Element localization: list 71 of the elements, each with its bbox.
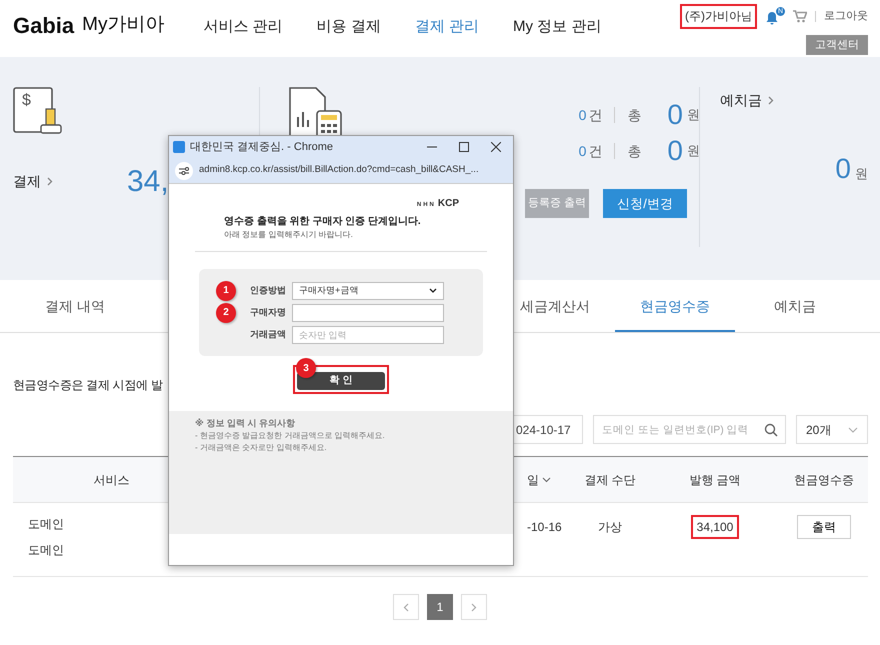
column-header: 현금영수증	[793, 472, 855, 488]
tab[interactable]: 예치금	[735, 280, 855, 332]
input-field[interactable]	[292, 304, 444, 322]
count-value: 0	[578, 142, 586, 160]
step-marker: 1	[216, 280, 236, 300]
note-text: - 거래금액은 숫자로만 입력해주세요.	[195, 442, 328, 454]
notice-text: 현금영수증은 결제 시점에 발	[13, 377, 163, 394]
confirm-button[interactable]: 확 인	[297, 372, 385, 390]
window-title: 대한민국 결제중심. - Chrome	[190, 140, 334, 155]
step-marker: 2	[216, 302, 236, 322]
logo[interactable]: Gabia	[13, 9, 74, 42]
nav-link[interactable]: 결제 관리	[414, 16, 479, 38]
close-icon[interactable]	[491, 142, 501, 152]
total-label: 총	[627, 106, 642, 124]
count-unit: 건	[588, 142, 602, 160]
payment-amount: 34,	[127, 164, 169, 200]
chevron-right-icon[interactable]	[471, 602, 477, 612]
tab[interactable]: 결제 내역	[0, 280, 150, 332]
currency-unit: 원	[687, 142, 699, 160]
caret-icon[interactable]	[429, 288, 437, 293]
nav-link[interactable]: My 정보 관리	[512, 16, 602, 38]
column-header[interactable]: 일	[510, 470, 570, 488]
count-unit: 건	[588, 106, 602, 124]
column-header: 서비스	[92, 472, 130, 488]
select-field[interactable]: 구매자명+금액	[292, 282, 444, 300]
popup-subheading: 아래 정보를 입력해주시기 바랍니다.	[223, 229, 354, 241]
user-name[interactable]: (주)가비아님	[680, 4, 757, 28]
total-value: 0	[667, 137, 683, 165]
table-cell-text: 도메인	[28, 516, 65, 533]
app-icon	[173, 141, 185, 153]
maximize-icon[interactable]	[459, 142, 469, 152]
tab[interactable]: 현금영수증	[615, 280, 735, 332]
deposit-amount: 0	[835, 155, 851, 183]
field-label: 구매자명	[249, 306, 286, 319]
logo-subtitle: My가비아	[82, 13, 164, 37]
note-text: - 현금영수증 발급요청한 거래금액으로 입력해주세요.	[195, 430, 386, 442]
field-label: 인증방법	[249, 284, 286, 297]
chevron-right-icon[interactable]	[768, 96, 774, 105]
chevron-right-icon[interactable]	[47, 177, 53, 186]
table-cell: 34,100	[690, 515, 740, 539]
table-cell-text: 도메인	[28, 542, 65, 559]
cart-icon[interactable]	[793, 10, 807, 23]
nav-link[interactable]: 비용 결제	[316, 16, 381, 38]
logout-link[interactable]: 로그아웃	[824, 8, 868, 24]
currency-unit: 원	[855, 165, 867, 183]
deposit-label[interactable]: 예치금	[720, 90, 762, 111]
chevron-left-icon[interactable]	[403, 602, 409, 612]
payment-label[interactable]: 결제	[13, 171, 41, 192]
tab[interactable]: 세금계산서	[495, 280, 615, 332]
table-cell-text: 가상	[597, 519, 623, 536]
notes-title: ※ 정보 입력 시 유의사항	[195, 416, 296, 430]
nav-link[interactable]: 서비스 관리	[203, 16, 283, 38]
search-icon[interactable]	[764, 423, 778, 437]
apply-button[interactable]: 신청/변경	[603, 189, 687, 218]
page-size-select[interactable]: 20개	[796, 415, 868, 444]
popup-heading: 영수증 출력을 위한 구매자 인증 단계입니다.	[223, 215, 422, 229]
total-label: 총	[627, 142, 642, 160]
currency-unit: 원	[687, 106, 699, 124]
print-button[interactable]: 출력	[797, 515, 851, 539]
column-header: 결제 수단	[583, 472, 637, 488]
search-field[interactable]: 도메인 또는 일련번호(IP) 입력	[593, 415, 786, 444]
dollar-sign: $	[22, 93, 31, 109]
column-header: 발행 금액	[688, 472, 742, 488]
site-settings-icon[interactable]	[175, 162, 193, 180]
total-value: 0	[667, 101, 683, 129]
page-button[interactable]: 1	[427, 594, 453, 620]
input-field[interactable]: 숫자만 입력	[292, 326, 444, 344]
step-marker: 3	[296, 358, 316, 378]
field-label: 거래금액	[249, 328, 286, 341]
count-value: 0	[578, 106, 586, 124]
table-cell-text: -10-16	[526, 519, 563, 536]
